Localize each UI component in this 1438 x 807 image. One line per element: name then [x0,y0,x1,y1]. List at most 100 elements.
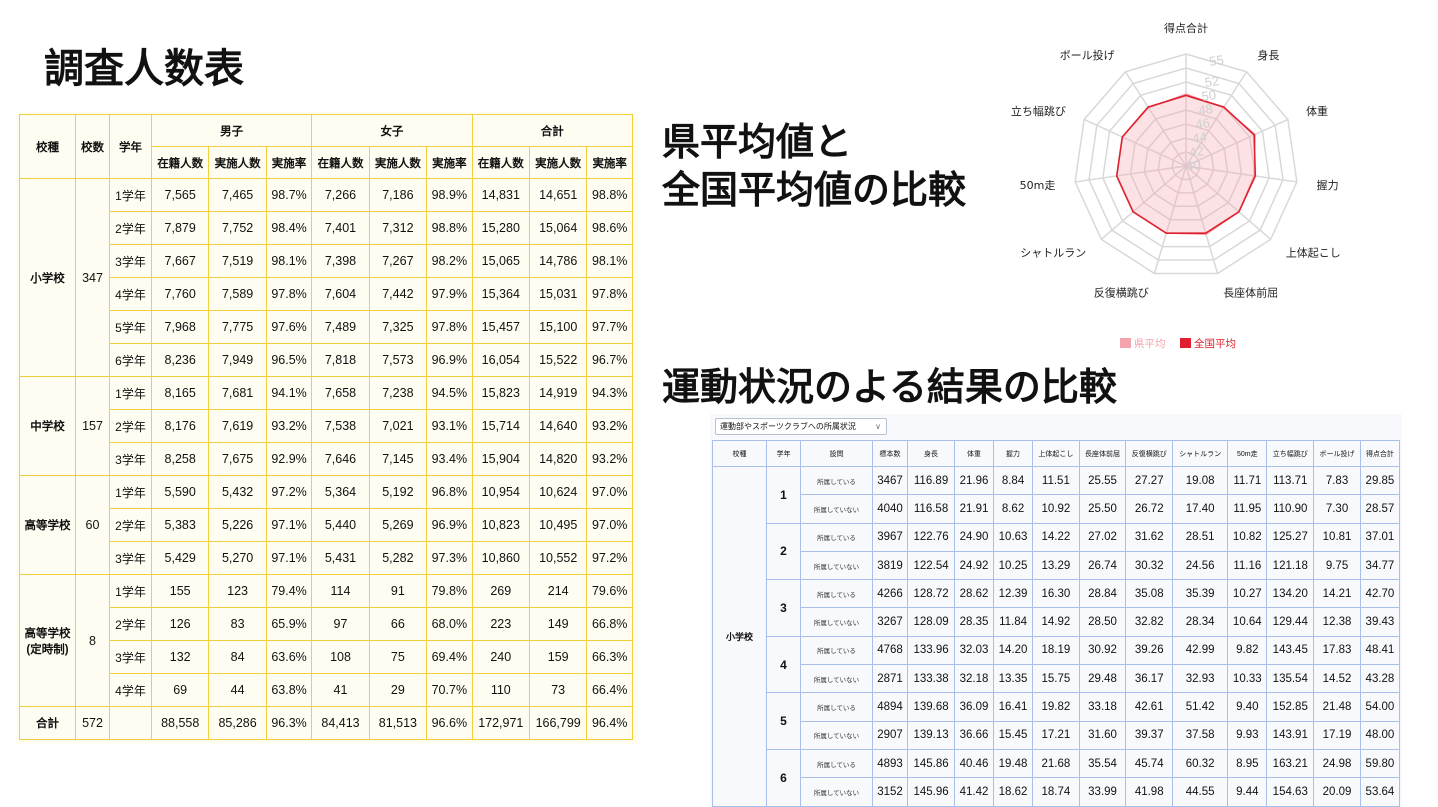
value-cell: 30.32 [1125,550,1174,581]
comparison-title-line2: 全国平均値の比較 [662,168,967,212]
table-row: 中学校 157 1学年 8,165 7,681 94.1% 7,658 7,238 94.5% 1… [19,376,633,476]
sports-table-panel: 運動部やスポーツクラブへの所属状況 ∨ 校種 学年 設問 標本数 身長 体重 握力 上体起こし… [710,414,1402,807]
sports-header-cell: 設問 [800,440,873,467]
table-row: 所属していない 3267 128.09 28.35 11.84 14.92 28.50 32.… [713,607,1401,637]
value-cell: 9.40 [1227,692,1268,722]
table-row: 3学年 5,429 5,270 97.1% 5,431 5,282 97.3% 10,860 1… [20,541,633,575]
value-cell: 5,364 [311,475,370,509]
table-row: 2学年 126 83 65.9% 97 66 68.0% 223 149 66.8% [20,607,633,641]
value-cell: 28.51 [1172,522,1229,552]
value-cell: 48.41 [1359,635,1401,666]
radar-tick-label: 48 [1197,101,1213,118]
sports-header-cell: 校種 [712,440,767,467]
table-row: 所属していない 2871 133.38 32.18 13.35 15.75 29.48 36.… [713,664,1401,694]
value-cell: 10.27 [1227,579,1268,609]
table-row: 2学年 8,176 7,619 93.2% 7,538 7,021 93.1% 15,714 1… [20,409,633,443]
radar-tick-label: 46 [1194,115,1210,132]
value-cell: 9.44 [1227,777,1268,807]
value-cell: 98.6% [586,211,633,245]
sports-header-cell: 反復横跳び [1125,440,1174,467]
value-cell: 20.09 [1313,777,1361,807]
value-cell: 3819 [871,550,909,581]
total-value-cell: 166,799 [528,706,588,740]
value-cell: 15,064 [528,211,588,245]
value-cell: 108 [311,640,370,674]
value-cell: 7,401 [311,211,370,245]
value-cell: 75 [368,640,428,674]
school-type-cell: 高等学校 (定時制) [19,574,76,707]
table-row: 所属していない 2907 139.13 36.66 15.45 17.21 31.60 39.… [713,720,1401,750]
school-count-cell: 157 [75,376,110,476]
value-cell: 19.08 [1172,465,1229,496]
value-cell: 42.70 [1359,579,1401,609]
grade-cell: 6学年 [109,343,152,377]
value-cell: 44.55 [1172,777,1229,807]
table-row: 3学年 7,667 7,519 98.1% 7,398 7,267 98.2% 15,065 1… [20,244,633,278]
value-cell: 28.50 [1078,607,1127,637]
value-cell: 10.25 [993,550,1034,581]
value-cell: 43.28 [1359,664,1401,694]
radar-axis-label: 得点合計 [1164,21,1208,35]
value-cell: 97.8% [586,277,633,311]
table-row: 小学校 347 1学年 7,565 7,465 98.7% 7,266 7,186 98.9% 1… [19,178,633,377]
table-row: 2学年 5,383 5,226 97.1% 5,440 5,269 96.9% 10,823 1… [20,508,633,542]
radar-tick-label: 52 [1204,73,1220,90]
value-cell: 37.01 [1359,522,1401,552]
value-cell: 39.43 [1359,607,1401,637]
header-enrolled: 在籍人数 [150,146,210,179]
value-cell: 96.9% [426,343,473,377]
school-type-label: 高等学校 [24,520,71,532]
value-cell: 7.30 [1313,494,1361,524]
chevron-down-icon: ∨ [875,422,881,431]
value-cell: 7,398 [311,244,370,278]
value-cell: 14.92 [1032,607,1080,637]
radar-axis-label: 立ち幅跳び [1011,104,1066,118]
value-cell: 5,269 [368,508,428,542]
value-cell: 8.95 [1227,748,1268,779]
value-cell: 83 [208,607,267,641]
value-cell: 36.66 [953,720,995,750]
value-cell: 5,440 [311,508,370,542]
value-cell: 66.4% [586,673,633,707]
value-cell: 269 [471,574,530,608]
value-cell: 7,879 [150,211,210,245]
membership-cell: 所属していない [800,607,873,637]
table-row: 3学年 132 84 63.6% 108 75 69.4% 240 159 66.3% [20,640,633,674]
value-cell: 134.20 [1266,579,1315,609]
membership-cell: 所属している [800,579,873,609]
value-cell: 122.54 [907,550,955,581]
value-cell: 51.42 [1172,692,1229,722]
value-cell: 5,383 [150,508,210,542]
value-cell: 15,457 [471,310,530,344]
value-cell: 10,954 [471,475,530,509]
table-row: 6 所属している 4893 145.86 40.46 19.48 21.68 35.54 45.… [713,748,1401,807]
value-cell: 11.16 [1227,550,1268,581]
value-cell: 15,823 [471,376,530,410]
radar-tick-label: 42 [1188,143,1204,160]
value-cell: 68.0% [426,607,473,641]
header-enrolled: 在籍人数 [471,146,530,179]
value-cell: 15.45 [993,720,1034,750]
value-cell: 93.2% [586,409,633,443]
value-cell: 7,646 [311,442,370,476]
value-cell: 9.93 [1227,720,1268,750]
total-value-cell [109,706,152,740]
radar-axis-label: 50m走 [1020,179,1056,192]
value-cell: 7,752 [208,211,267,245]
value-cell: 96.7% [586,343,633,377]
school-type-label: 小学校 [30,272,65,285]
value-cell: 18.74 [1032,777,1080,807]
value-cell: 30.92 [1078,635,1127,666]
header-male: 男子 [150,114,313,147]
value-cell: 18.62 [993,777,1034,807]
value-cell: 16.41 [993,692,1034,722]
value-cell: 32.03 [953,635,995,666]
table-row: 3学年 8,258 7,675 92.9% 7,646 7,145 93.4% 15,904 1… [20,442,633,476]
value-cell: 24.90 [953,522,995,552]
value-cell: 14.22 [1032,522,1080,552]
value-cell: 97.0% [586,475,633,509]
club-membership-select[interactable]: 運動部やスポーツクラブへの所属状況 ∨ [715,418,887,435]
grade-cell: 4 [766,635,801,694]
legend-swatch [1120,338,1131,348]
value-cell: 60.32 [1172,748,1229,779]
